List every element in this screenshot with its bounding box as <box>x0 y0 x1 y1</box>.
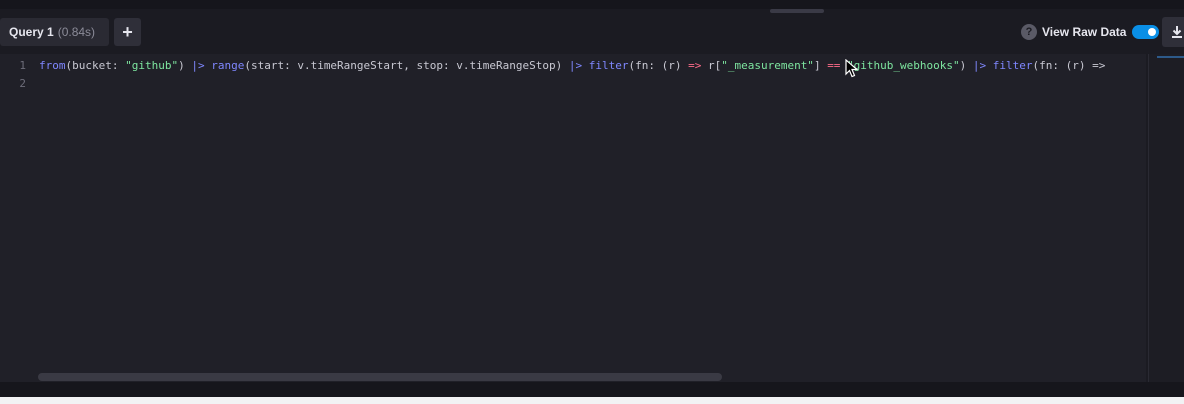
code-token: range <box>211 59 245 72</box>
line-number: 2 <box>19 77 26 90</box>
view-raw-data-control: ? View Raw Data <box>1021 24 1160 40</box>
editor-minimap[interactable] <box>1148 54 1184 382</box>
code-token: == <box>827 59 841 72</box>
query-toolbar: Query 1 (0.84s) + ? View Raw Data <box>0 14 1184 50</box>
code-token: |> <box>972 59 987 72</box>
code-token: "github" <box>125 59 179 72</box>
code-token: ] <box>813 59 828 72</box>
code-token: |> <box>191 59 205 72</box>
view-raw-data-toggle[interactable] <box>1132 25 1160 39</box>
code-token: ) <box>959 59 973 72</box>
code-token: (bucket: <box>65 59 126 72</box>
plus-icon: + <box>122 21 133 42</box>
code-token: (fn: (r) <box>628 59 689 72</box>
code-token: => <box>688 59 702 72</box>
panel-resize-handle[interactable] <box>770 9 824 13</box>
help-icon-glyph: ? <box>1025 26 1033 38</box>
line-number: 1 <box>19 59 26 72</box>
code-token: "github_webhooks" <box>847 59 960 72</box>
tab-query-1[interactable]: Query 1 (0.84s) <box>0 18 109 46</box>
help-icon[interactable]: ? <box>1021 24 1037 40</box>
query-tab-label: Query 1 <box>9 25 54 39</box>
line-number-gutter: 1 2 <box>0 54 38 382</box>
code-token: "_measurement" <box>721 59 814 72</box>
code-token: filter <box>588 59 629 72</box>
code-token: |> <box>568 59 583 72</box>
top-strip <box>0 0 1184 9</box>
code-token: r[ <box>701 59 722 72</box>
code-token: from <box>39 59 66 72</box>
query-tab-time: (0.84s) <box>57 25 96 39</box>
code-line-1[interactable]: from(bucket: "github") |> range(start: v… <box>39 59 1146 72</box>
status-bar <box>0 382 1184 397</box>
toggle-knob <box>1148 28 1157 36</box>
bottom-edge <box>0 397 1184 404</box>
code-editor[interactable]: 1 2 from(bucket: "github") |> range(star… <box>0 54 1146 382</box>
code-token: (fn: (r) => <box>1032 59 1106 72</box>
add-query-button[interactable]: + <box>114 18 141 46</box>
view-raw-data-label: View Raw Data <box>1042 25 1127 39</box>
code-token: ) <box>178 59 192 72</box>
minimap-line <box>1157 56 1184 58</box>
mouse-cursor-icon <box>845 59 859 78</box>
download-button[interactable] <box>1162 17 1184 47</box>
code-token: (start: v.timeRangeStart, stop: v.timeRa… <box>244 59 569 72</box>
download-icon <box>1172 26 1182 38</box>
code-token: filter <box>992 59 1033 72</box>
horizontal-scrollbar[interactable] <box>38 373 722 381</box>
